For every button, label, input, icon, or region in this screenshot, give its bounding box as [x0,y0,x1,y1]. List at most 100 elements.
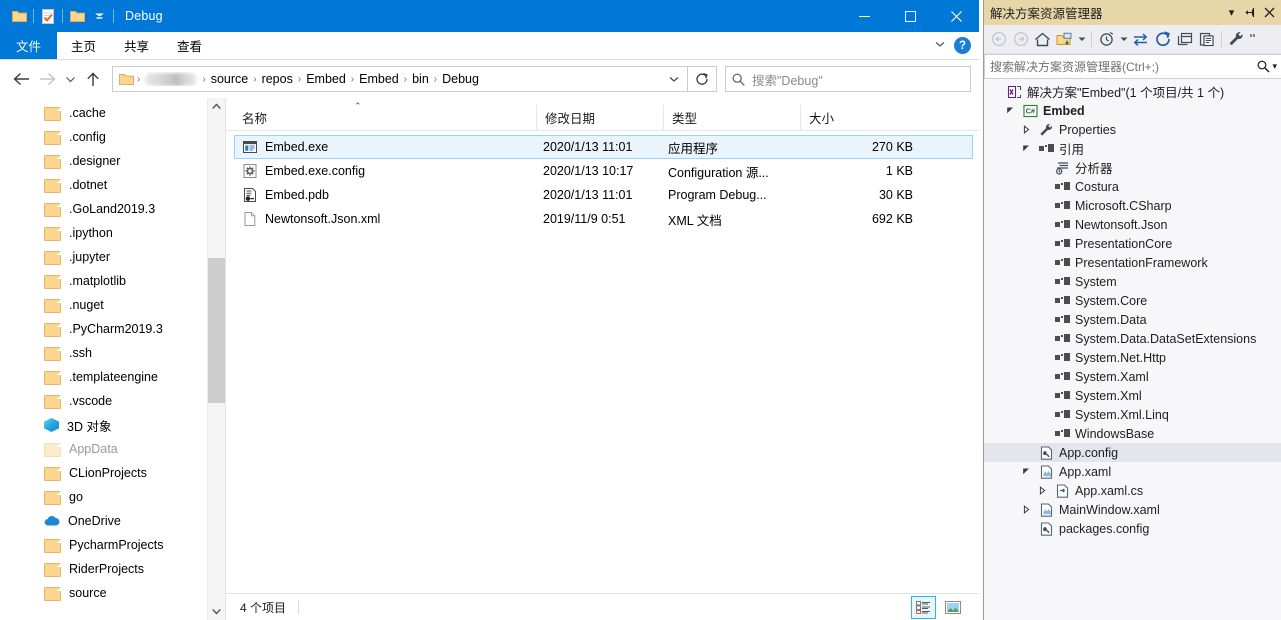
folder-icon[interactable] [8,5,30,27]
nav-item[interactable]: .GoLand2019.3 [0,197,225,221]
nav-item[interactable]: 3D 对象 [0,413,225,437]
back-button[interactable] [8,66,34,92]
tree-node[interactable]: System.Xaml [984,367,1281,386]
solution-search-box[interactable]: 搜索解决方案资源管理器(Ctrl+;) ▾ [984,54,1281,79]
refresh-icon[interactable] [1152,28,1173,50]
breadcrumb-item-debug[interactable]: Debug [438,72,483,86]
tree-node[interactable]: Properties [984,120,1281,139]
column-header-date[interactable]: 修改日期 [536,105,663,130]
ribbon-tab-file[interactable]: 文件 [0,32,58,59]
close-icon[interactable] [1261,4,1278,21]
new-folder-icon[interactable] [1054,28,1075,50]
tree-node[interactable]: PresentationFramework [984,253,1281,272]
file-row[interactable]: Embed.exe.config 2020/1/13 10:17 Configura… [234,159,973,183]
nav-item[interactable]: .matplotlib [0,269,225,293]
recent-locations-button[interactable] [60,66,80,92]
pending-changes-icon[interactable] [1096,28,1117,50]
address-bar[interactable]: › › source › repos › Embed › Embed › bin… [112,66,688,92]
tree-node[interactable]: MainWindow.xaml [984,500,1281,519]
show-all-files-icon[interactable] [1196,28,1217,50]
search-box[interactable]: 搜索"Debug" [725,66,971,92]
file-row[interactable]: Embed.exe 2020/1/13 11:01 应用程序 270 KB [234,135,973,159]
maximize-button[interactable] [887,0,933,32]
nav-item[interactable]: .ipython [0,221,225,245]
nav-item[interactable]: RiderProjects [0,557,225,581]
chevron-right-icon[interactable] [1036,486,1049,495]
nav-item[interactable]: .jupyter [0,245,225,269]
tree-node[interactable]: WindowsBase [984,424,1281,443]
tree-node[interactable]: 分析器 [984,158,1281,177]
breadcrumb-item-repos[interactable]: repos [258,72,297,86]
tree-node[interactable]: System.Xml.Linq [984,405,1281,424]
chevron-down-icon[interactable] [1020,467,1033,476]
chevron-right-icon[interactable] [1020,505,1033,514]
customize-qat-dropdown-icon[interactable] [88,5,110,27]
minimize-button[interactable] [841,0,887,32]
help-button[interactable]: ? [954,37,971,54]
tree-node[interactable]: Newtonsoft.Json [984,215,1281,234]
properties-wrench-icon[interactable] [1226,28,1247,50]
tree-node[interactable]: System.Core [984,291,1281,310]
breadcrumb-item-embed[interactable]: Embed [302,72,350,86]
nav-item[interactable]: source [0,581,225,605]
breadcrumb-item-bin[interactable]: bin [408,72,433,86]
sync-with-active-document-icon[interactable] [1130,28,1151,50]
address-dropdown-icon[interactable] [663,73,685,85]
column-header-name[interactable]: 名称 ⌃ [234,101,536,130]
search-icon[interactable] [1257,60,1270,73]
ribbon-tab-share[interactable]: 共享 [110,32,163,59]
file-row[interactable]: Embed.pdb 2020/1/13 11:01 Program Debug...… [234,183,973,207]
nav-item[interactable]: go [0,485,225,509]
tree-node[interactable]: System.Net.Http [984,348,1281,367]
scrollbar-thumb[interactable] [208,258,225,403]
tree-node[interactable]: Microsoft.CSharp [984,196,1281,215]
file-row[interactable]: Newtonsoft.Json.xml 2019/11/9 0:51 XML 文档 6… [234,207,973,231]
nav-item[interactable]: .dotnet [0,173,225,197]
refresh-button[interactable] [688,66,717,92]
solution-search-input[interactable]: 搜索解决方案资源管理器(Ctrl+;) [990,58,1257,75]
back-icon[interactable] [988,28,1009,50]
close-button[interactable] [933,0,979,32]
chevron-down-icon[interactable] [1020,144,1033,153]
large-icons-view-button[interactable] [940,596,965,619]
nav-item[interactable]: .ssh [0,341,225,365]
nav-item[interactable]: .templateengine [0,365,225,389]
scroll-down-arrow-icon[interactable] [208,603,225,620]
tree-node[interactable]: packages.config [984,519,1281,538]
breadcrumb-folder-icon[interactable] [117,73,136,86]
tree-node[interactable]: System [984,272,1281,291]
chevron-right-icon[interactable] [1020,125,1033,134]
nav-item[interactable]: .designer [0,149,225,173]
tree-node[interactable]: System.Data.DataSetExtensions [984,329,1281,348]
nav-item[interactable]: .PyCharm2019.3 [0,317,225,341]
tree-node[interactable]: PresentationCore [984,234,1281,253]
tree-node[interactable]: C# Embed [984,101,1281,120]
properties-icon[interactable] [37,5,59,27]
forward-icon[interactable] [1010,28,1031,50]
nav-item[interactable]: .config [0,125,225,149]
tree-node[interactable]: App.config [984,443,1281,462]
tree-node[interactable]: System.Xml [984,386,1281,405]
tree-node[interactable]: 解决方案"Embed"(1 个项目/共 1 个) [984,82,1281,101]
tree-node[interactable]: 引用 [984,139,1281,158]
tree-node[interactable]: Costura [984,177,1281,196]
up-button[interactable] [80,66,106,92]
ribbon-tab-view[interactable]: 查看 [163,32,216,59]
tree-node[interactable]: App.xaml.cs [984,481,1281,500]
overflow-icon[interactable] [1248,28,1259,50]
ribbon-tab-home[interactable]: 主页 [57,32,110,59]
scroll-up-arrow-icon[interactable] [208,98,225,115]
details-view-button[interactable] [911,595,936,619]
breadcrumb-item-user-redacted[interactable] [145,72,198,86]
search-input[interactable]: 搜索"Debug" [752,70,823,89]
tree-node[interactable]: App.xaml [984,462,1281,481]
scrollbar-track[interactable] [208,115,225,603]
new-folder-icon[interactable] [66,5,88,27]
tree-node[interactable]: System.Data [984,310,1281,329]
breadcrumb-item-embed-2[interactable]: Embed [355,72,403,86]
chevron-down-icon[interactable] [1004,106,1017,115]
new-folder-dropdown-icon[interactable] [1076,28,1087,50]
home-icon[interactable] [1032,28,1053,50]
nav-item[interactable]: .vscode [0,389,225,413]
column-header-type[interactable]: 类型 [663,105,800,130]
